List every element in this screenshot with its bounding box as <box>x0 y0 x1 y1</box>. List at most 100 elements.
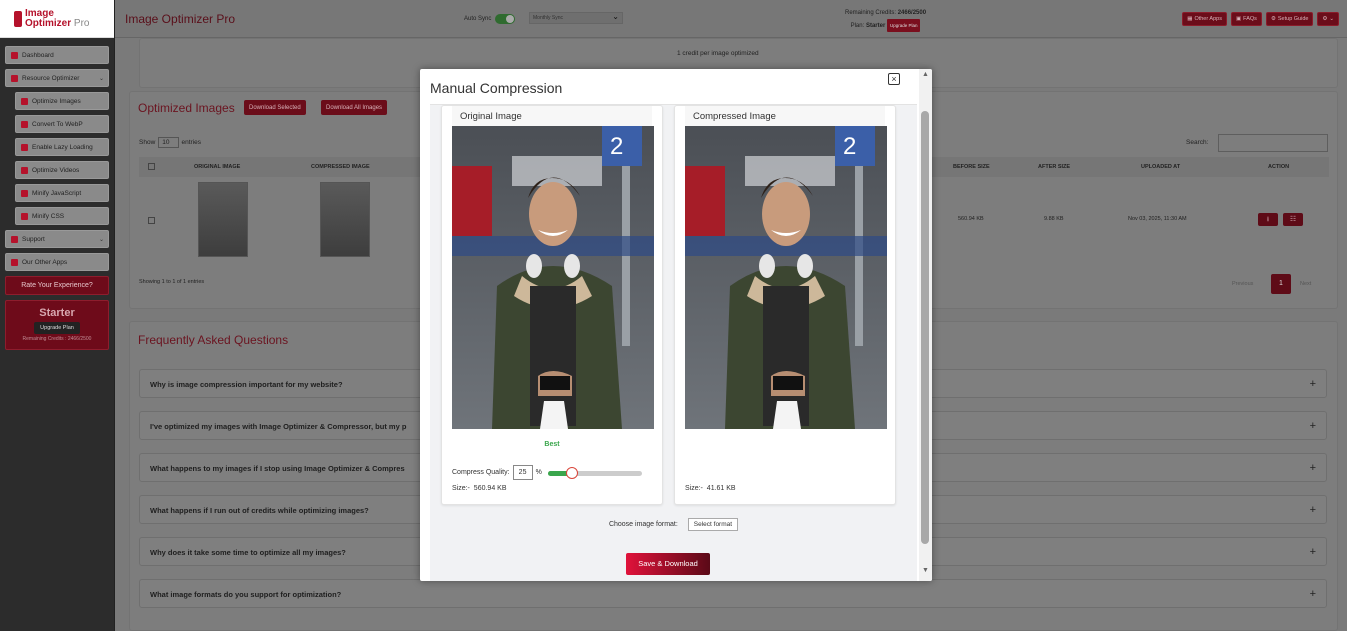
sync-frequency-select[interactable]: Monthly Sync ⌄ <box>529 12 623 24</box>
sidebar-item-minify-css[interactable]: Minify CSS <box>15 207 109 225</box>
compressed-thumbnail[interactable] <box>320 182 370 257</box>
save-download-button[interactable]: Save & Download <box>626 553 710 575</box>
plus-icon: + <box>1309 378 1316 390</box>
search-input[interactable] <box>1218 134 1328 152</box>
file-icon <box>21 120 28 128</box>
sidebar-item-other-apps[interactable]: Our Other Apps <box>5 253 109 271</box>
gear-icon: ⚙ <box>1270 16 1276 22</box>
sidebar-item-optimize-videos[interactable]: Optimize Videos <box>15 161 109 179</box>
top-header: Image Optimizer Pro Auto Sync Monthly Sy… <box>115 0 1347 38</box>
original-image: 2 <box>452 126 654 429</box>
sidebar-item-convert-webp[interactable]: Convert To WebP <box>15 115 109 133</box>
scroll-thumb[interactable] <box>921 111 929 544</box>
scroll-down-icon[interactable]: ▼ <box>922 567 929 574</box>
list-icon <box>11 74 18 82</box>
rate-experience-button[interactable]: Rate Your Experience? <box>5 276 109 295</box>
plus-icon: + <box>1309 504 1316 516</box>
modal-title: Manual Compression <box>430 80 563 96</box>
plus-icon: + <box>1309 588 1316 600</box>
other-apps-button[interactable]: ▦ Other Apps <box>1182 12 1227 26</box>
svg-text:2: 2 <box>610 133 623 160</box>
col-compressed-image: COMPRESSED IMAGE <box>311 164 370 170</box>
chevron-down-icon: ⌄ <box>98 75 104 82</box>
code-icon <box>21 189 28 197</box>
logo-line2: Optimizer <box>25 17 72 29</box>
sidebar-item-optimize-images[interactable]: Optimize Images <box>15 92 109 110</box>
chat-icon: ▣ <box>1235 16 1242 22</box>
pagination-previous[interactable]: Previous <box>1232 281 1253 287</box>
col-before-size: BEFORE SIZE <box>953 164 990 170</box>
quality-badge: Best <box>544 441 560 448</box>
chevron-down-icon: ⌄ <box>1329 16 1334 22</box>
plus-icon: + <box>1309 462 1316 474</box>
modal-body: Original Image 2 Best Compress Quality: … <box>430 104 917 581</box>
header-buttons: ▦ Other Apps ▣ FAQs ⚙ Setup Guide ⚙ ⌄ <box>1182 12 1339 26</box>
compressed-image-header: Compressed Image <box>685 106 885 126</box>
sidebar-item-lazy-loading[interactable]: Enable Lazy Loading <box>15 138 109 156</box>
auto-sync-toggle[interactable] <box>495 14 516 24</box>
compress-quality: Compress Quality: 25 % <box>452 465 542 480</box>
faqs-button[interactable]: ▣ FAQs <box>1230 12 1262 26</box>
original-thumbnail[interactable] <box>198 182 248 257</box>
chevron-down-icon: ⌄ <box>98 236 104 243</box>
entries-select[interactable]: 10 <box>158 137 179 148</box>
starter-plan-card: Starter Upgrade Plan Remaining Credits :… <box>5 300 109 350</box>
grid-icon: ▦ <box>1187 16 1193 22</box>
pagination-next[interactable]: Next <box>1300 281 1311 287</box>
slider-handle[interactable] <box>565 467 578 479</box>
download-selected-button[interactable]: Download Selected <box>244 100 306 115</box>
plus-icon: + <box>1309 546 1316 558</box>
col-after-size: AFTER SIZE <box>1038 164 1071 170</box>
modal-scrollbar[interactable]: ▲ ▼ <box>919 69 932 581</box>
compressed-size: Size:- 41.61 KB <box>685 485 736 492</box>
loading-icon <box>21 143 28 151</box>
sidebar-nav: Dashboard Resource Optimizer ⌄ Optimize I… <box>0 38 114 350</box>
image-icon <box>21 97 28 105</box>
logo-icon <box>14 10 22 27</box>
download-icon[interactable]: ⭳ <box>1258 213 1278 226</box>
setup-guide-button[interactable]: ⚙ Setup Guide <box>1265 12 1314 26</box>
upgrade-plan-badge[interactable]: Upgrade Plan <box>886 19 921 32</box>
select-all-checkbox[interactable] <box>148 163 155 170</box>
optimized-images-title: Optimized Images <box>138 101 235 115</box>
download-all-button[interactable]: Download All Images <box>321 100 388 115</box>
compress-settings-icon[interactable]: ☷ <box>1283 213 1303 226</box>
auto-sync-label: Auto Sync <box>464 16 492 22</box>
image-format-select[interactable]: Select format <box>687 518 739 531</box>
credit-note: 1 credit per image optimized <box>677 50 759 57</box>
credits-info: Remaining Credits: 2466/2500 Plan: Start… <box>845 8 926 32</box>
sidebar-item-dashboard[interactable]: Dashboard <box>5 46 109 64</box>
chevron-down-icon: ⌄ <box>612 12 619 21</box>
css-icon <box>21 212 28 220</box>
logo-suffix: Pro <box>73 17 90 29</box>
sidebar-item-support[interactable]: Support ⌄ <box>5 230 109 248</box>
close-icon[interactable]: × <box>888 73 900 85</box>
svg-text:2: 2 <box>843 133 856 160</box>
compress-quality-slider[interactable] <box>548 467 642 479</box>
compress-quality-label: Compress Quality: <box>452 469 510 476</box>
sidebar-item-resource-optimizer[interactable]: Resource Optimizer ⌄ <box>5 69 109 87</box>
scroll-up-icon[interactable]: ▲ <box>922 71 929 78</box>
compress-quality-input[interactable]: 25 <box>512 465 533 480</box>
upgrade-plan-button[interactable]: Upgrade Plan <box>34 322 80 334</box>
row-checkbox[interactable] <box>148 217 155 224</box>
show-entries: Show 10 entries <box>139 137 202 148</box>
pagination-page[interactable]: 1 <box>1271 274 1291 294</box>
col-original-image: ORIGINAL IMAGE <box>194 164 241 170</box>
sidebar: Image Optimizer Pro Dashboard Resource O… <box>0 0 115 631</box>
faq-title: Frequently Asked Questions <box>138 333 289 347</box>
page-title: Image Optimizer Pro <box>125 12 236 26</box>
faq-item[interactable]: What image formats do you support for op… <box>139 579 1327 608</box>
image-format-row: Choose image format: Select format <box>430 518 917 531</box>
image-format-label: Choose image format: <box>608 521 678 528</box>
dashboard-icon <box>11 51 18 59</box>
compressed-image-card: Compressed Image 2 Size:- 41.61 KB <box>674 105 896 505</box>
plus-icon: + <box>1309 420 1316 432</box>
compressed-image: 2 <box>685 126 887 429</box>
play-icon <box>21 166 28 174</box>
showing-entries: Showing 1 to 1 of 1 entries <box>139 279 205 285</box>
sidebar-item-minify-js[interactable]: Minify JavaScript <box>15 184 109 202</box>
app-logo[interactable]: Image Optimizer Pro <box>0 0 114 38</box>
row-after-size: 9.88 KB <box>1044 216 1064 222</box>
settings-dropdown[interactable]: ⚙ ⌄ <box>1317 12 1339 26</box>
